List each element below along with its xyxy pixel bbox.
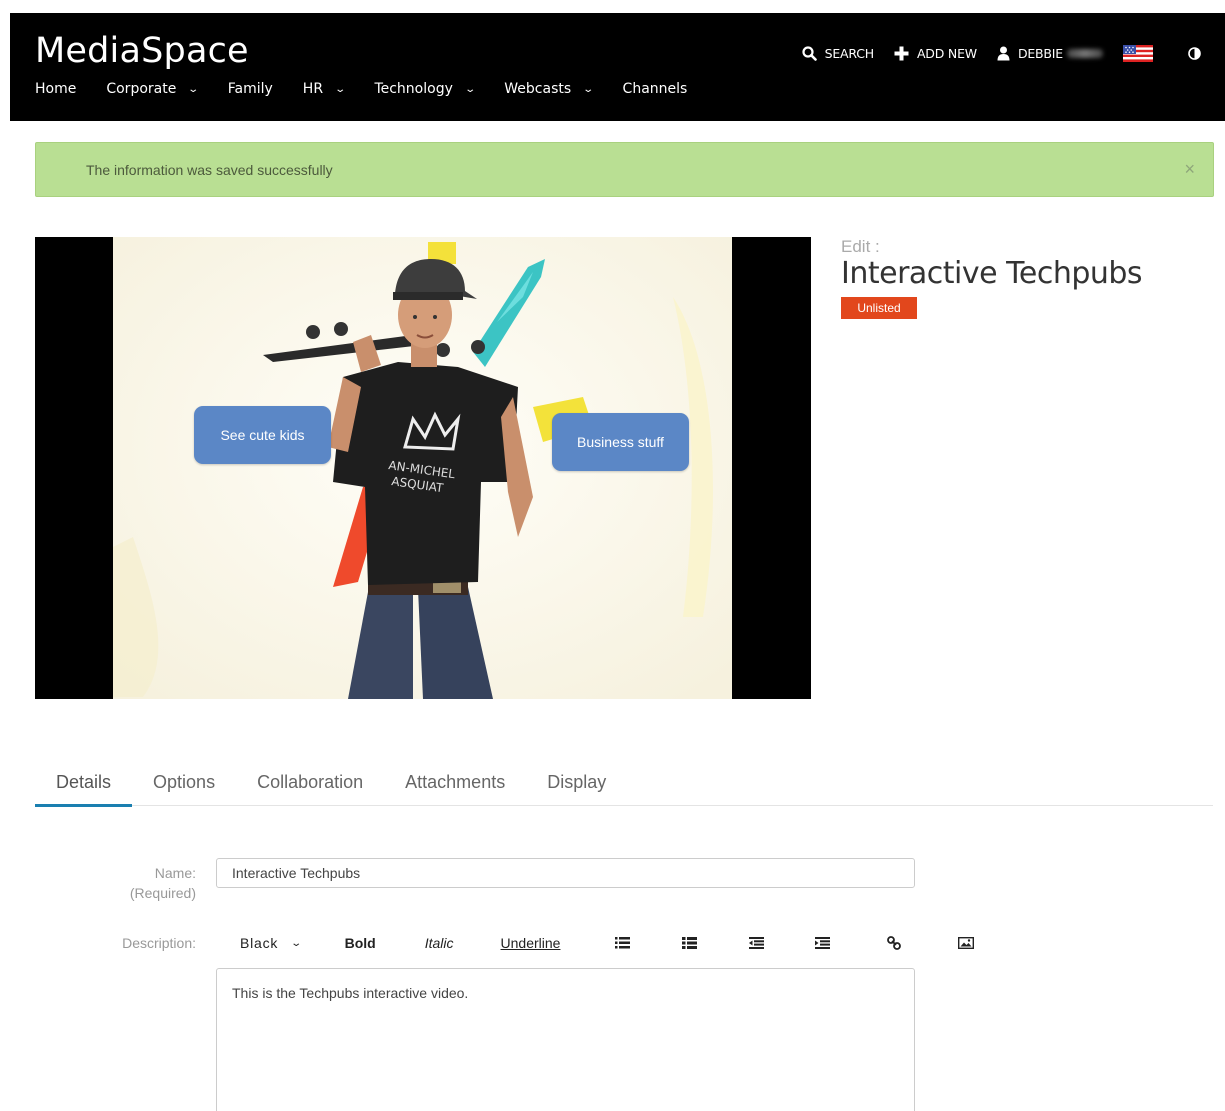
user-icon xyxy=(997,46,1010,61)
image-icon[interactable] xyxy=(958,937,975,949)
nav-item-webcasts[interactable]: Webcasts ⌄ xyxy=(504,81,595,97)
tab-collaboration[interactable]: Collaboration xyxy=(236,768,384,806)
chevron-down-icon: ⌄ xyxy=(334,83,347,95)
description-label: Description: xyxy=(122,935,196,951)
tab-options[interactable]: Options xyxy=(132,768,236,806)
nav-item-technology[interactable]: Technology ⌄ xyxy=(374,81,476,97)
tab-attachments[interactable]: Attachments xyxy=(384,768,526,806)
nav-item-family[interactable]: Family xyxy=(228,81,273,97)
description-toolbar: Black ⌄ Bold Italic Underline xyxy=(216,930,975,956)
plus-icon xyxy=(894,46,909,61)
unordered-list-icon[interactable] xyxy=(682,937,698,949)
edit-label: Edit : xyxy=(841,237,880,256)
nav-label: Corporate xyxy=(106,81,177,97)
header-actions: SEARCH ADD NEW DEBBIE xyxy=(782,45,1201,62)
underline-button[interactable]: Underline xyxy=(501,935,561,951)
status-badge: Unlisted xyxy=(841,297,917,319)
chevron-down-icon: ⌄ xyxy=(290,937,303,949)
nav-item-corporate[interactable]: Corporate ⌄ xyxy=(106,81,200,97)
user-menu[interactable]: DEBBIE xyxy=(997,46,1103,61)
name-label-text: Name: xyxy=(154,865,196,881)
edit-tabs: Details Options Collaboration Attachment… xyxy=(35,768,1213,807)
site-logo[interactable]: MediaSpace xyxy=(35,31,249,71)
chevron-down-icon: ⌄ xyxy=(187,83,200,95)
nav-label: Home xyxy=(35,81,77,97)
add-new-label: ADD NEW xyxy=(916,46,977,61)
hotspot-business-stuff[interactable]: Business stuff xyxy=(552,413,689,471)
name-input[interactable]: Interactive Techpubs xyxy=(216,858,915,888)
tab-display[interactable]: Display xyxy=(526,768,627,806)
us-flag-icon[interactable] xyxy=(1123,45,1153,62)
alert-message: The information was saved successfully xyxy=(86,162,333,178)
nav-item-hr[interactable]: HR ⌄ xyxy=(302,81,347,97)
add-new-button[interactable]: ADD NEW xyxy=(894,46,977,61)
search-icon xyxy=(801,46,817,61)
description-textarea[interactable]: This is the Techpubs interactive video. xyxy=(216,968,915,1111)
search-button[interactable]: SEARCH xyxy=(801,46,875,61)
nav-item-home[interactable]: Home xyxy=(35,81,76,97)
bold-button[interactable]: Bold xyxy=(345,935,376,951)
nav-item-channels[interactable]: Channels xyxy=(623,81,688,97)
required-hint: (Required) xyxy=(129,885,196,901)
hotspot-see-cute-kids[interactable]: See cute kids xyxy=(194,406,331,464)
chevron-down-icon: ⌄ xyxy=(582,83,595,95)
nav-label: Technology xyxy=(374,81,453,97)
name-label: Name: (Required) xyxy=(26,863,196,903)
italic-button[interactable]: Italic xyxy=(425,935,454,951)
user-name: DEBBIE xyxy=(1017,46,1063,61)
tab-details[interactable]: Details xyxy=(35,768,133,807)
ordered-list-icon[interactable] xyxy=(615,937,631,949)
close-icon[interactable]: × xyxy=(1184,159,1195,180)
media-title: Interactive Techpubs xyxy=(841,256,1143,291)
video-player[interactable]: AN-MICHEL ASQUIAT See cute kids Business… xyxy=(35,237,811,699)
success-alert: The information was saved successfully × xyxy=(35,142,1214,197)
nav-label: HR xyxy=(302,81,324,97)
font-color-select[interactable]: Black ⌄ xyxy=(240,935,303,951)
search-label: SEARCH xyxy=(824,46,875,61)
contrast-toggle-icon[interactable] xyxy=(1188,47,1201,60)
site-header: MediaSpace Home Corporate ⌄ Family HR ⌄ Te… xyxy=(10,13,1225,121)
nav-label: Webcasts xyxy=(504,81,572,97)
font-color-label: Black xyxy=(240,935,279,951)
link-icon[interactable] xyxy=(887,936,902,950)
indent-icon[interactable] xyxy=(815,937,831,949)
nav-label: Family xyxy=(227,81,273,97)
chevron-down-icon: ⌄ xyxy=(464,83,476,95)
outdent-icon[interactable] xyxy=(749,937,765,949)
nav-label: Channels xyxy=(622,81,688,97)
redacted-surname xyxy=(1067,49,1103,58)
main-nav: Home Corporate ⌄ Family HR ⌄ Technology ⌄ W… xyxy=(35,81,717,97)
